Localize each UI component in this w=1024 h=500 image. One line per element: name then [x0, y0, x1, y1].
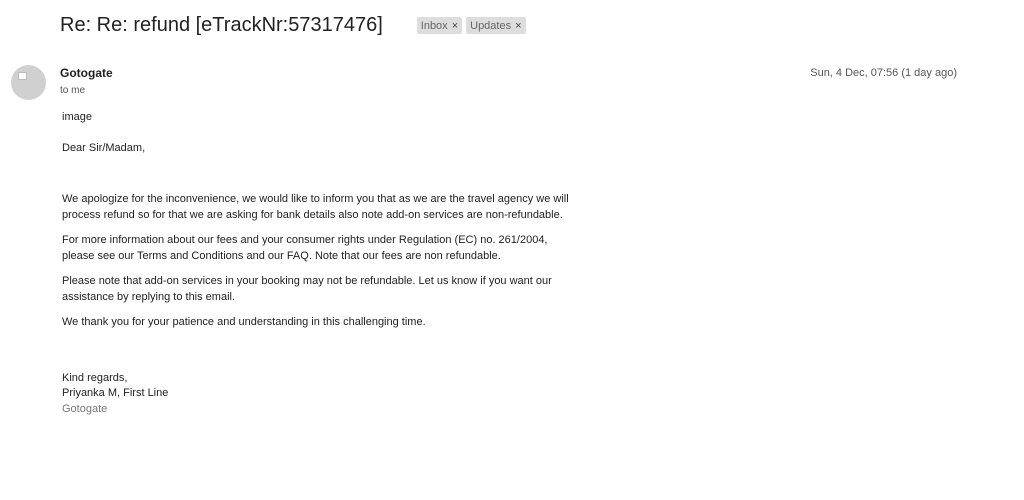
sender-name[interactable]: Gotogate	[60, 66, 113, 80]
sender-avatar[interactable]	[11, 65, 46, 100]
email-date: Sun, 4 Dec, 07:56 (1 day ago)	[810, 67, 957, 79]
email-body: image Dear Sir/Madam, We apologize for t…	[62, 110, 582, 417]
closing: Kind regards,	[62, 371, 128, 384]
subject-row: Re: Re: refund [eTrackNr:57317476] Inbox…	[60, 14, 526, 37]
remove-label-inbox-icon[interactable]: ×	[452, 20, 458, 32]
greeting: Dear Sir/Madam,	[62, 141, 146, 154]
signature-organization: Gotogate	[62, 402, 108, 415]
body-paragraph: We thank you for your patience and under…	[62, 316, 426, 328]
label-inbox[interactable]: Inbox ×	[416, 17, 463, 34]
email-subject: Re: Re: refund [eTrackNr:57317476]	[60, 14, 383, 36]
label-list: Inbox × Updates ×	[416, 17, 526, 34]
label-updates-text: Updates	[470, 19, 512, 32]
recipient-line[interactable]: to me	[60, 85, 85, 96]
signer-name: Priyanka M, First Line	[62, 387, 169, 399]
label-updates[interactable]: Updates ×	[466, 17, 526, 34]
body-paragraph: Please note that add-on services in your…	[62, 275, 552, 303]
remove-label-updates-icon[interactable]: ×	[515, 20, 521, 32]
image-alt-text: image	[62, 111, 92, 123]
body-paragraph: We apologize for the inconvenience, we w…	[62, 193, 569, 221]
body-paragraph: For more information about our fees and …	[62, 234, 548, 262]
label-inbox-text: Inbox	[420, 19, 448, 32]
person-placeholder-icon	[18, 72, 27, 80]
